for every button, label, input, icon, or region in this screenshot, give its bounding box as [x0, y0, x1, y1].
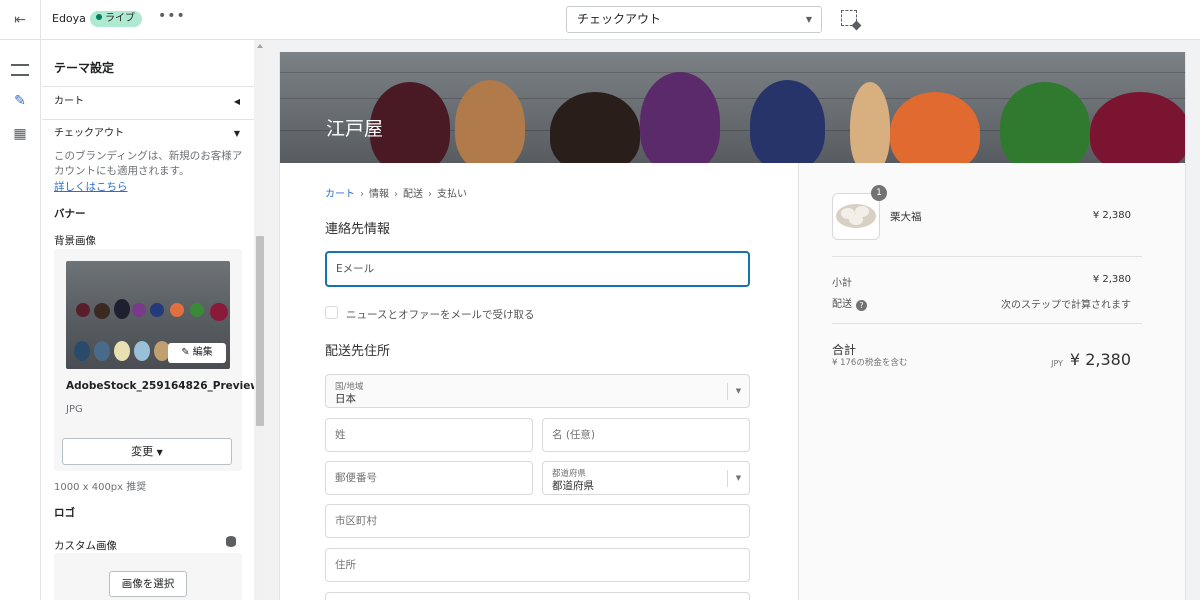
divider	[40, 0, 41, 40]
email-input[interactable]: Eメール	[325, 251, 750, 287]
breadcrumb-payment: 支払い	[437, 189, 467, 200]
first-name-input[interactable]: 名 (任意)	[542, 418, 750, 452]
country-value: 日本	[335, 393, 356, 405]
page-select-value: チェックアウト	[577, 12, 662, 26]
help-icon[interactable]: ?	[856, 300, 867, 311]
product-price: ¥ 2,380	[1092, 210, 1131, 221]
sections-icon[interactable]	[11, 64, 29, 76]
change-image-label: 変更	[131, 445, 154, 458]
theme-settings-icon[interactable]: ✎	[11, 92, 29, 110]
postal-code-input[interactable]: 郵便番号	[325, 461, 533, 495]
page-select[interactable]: チェックアウト ▼	[566, 6, 822, 33]
currency-code: JPY	[1051, 359, 1063, 368]
database-icon	[226, 536, 236, 547]
checkout-section-label: チェックアウト	[54, 128, 124, 139]
apps-icon[interactable]: ▦	[11, 125, 29, 143]
order-summary: 1 栗大福 ¥ 2,380 小計 ¥ 2,380 配送? 次のステップで計算され…	[798, 163, 1185, 600]
edit-image-button[interactable]: ✎ 編集	[168, 343, 226, 363]
more-actions-button[interactable]: •••	[158, 8, 186, 24]
shop-name: 江戸屋	[326, 118, 384, 140]
address-input[interactable]: 住所	[325, 548, 750, 582]
bg-image-label: 背景画像	[54, 235, 96, 247]
logo-card: 画像を選択	[54, 553, 242, 600]
panel-scrollbar[interactable]	[254, 40, 266, 600]
status-badge-label: ライブ	[105, 13, 135, 24]
shipping-label: 配送	[832, 299, 852, 310]
prefecture-select[interactable]: 都道府県 都道府県 ▼	[542, 461, 750, 495]
change-image-button[interactable]: 変更 ▼	[62, 438, 232, 465]
product-name: 栗大福	[890, 211, 922, 223]
breadcrumb: カート › 情報 › 配送 › 支払い	[325, 189, 467, 200]
total-value: ¥ 2,380	[1069, 350, 1131, 369]
banner-heading: バナー	[54, 208, 86, 220]
product-thumbnail	[832, 193, 880, 240]
panel-title: テーマ設定	[54, 61, 115, 75]
newsletter-label: ニュースとオファーをメールで受け取る	[346, 309, 535, 321]
scroll-up-icon[interactable]	[257, 44, 263, 48]
address2-input[interactable]	[325, 592, 750, 600]
scrollbar-thumb[interactable]	[256, 236, 264, 426]
city-input[interactable]: 市区町村	[325, 504, 750, 538]
chevron-down-icon: ▼	[233, 129, 240, 138]
subtotal-label: 小計	[832, 278, 852, 289]
shipping-heading: 配送先住所	[325, 344, 391, 359]
chevron-down-icon: ▼	[805, 15, 812, 24]
shipping-label-row: 配送?	[832, 295, 867, 311]
logo-heading: ロゴ	[54, 507, 75, 519]
quantity-badge: 1	[871, 185, 887, 201]
banner-thumbnail: ✎ 編集	[66, 261, 230, 369]
country-select[interactable]: 国/地域 日本 ▼	[325, 374, 750, 408]
custom-image-label: カスタム画像	[54, 540, 117, 552]
chevron-down-icon: ▼	[156, 448, 163, 457]
status-badge: ライブ	[90, 11, 142, 27]
checkout-preview: 江戸屋 カート › 情報 › 配送 › 支払い 連絡先情報 Eメール ニュースとオファーをメ…	[279, 52, 1186, 600]
contact-heading: 連絡先情報	[325, 222, 391, 237]
checkout-section[interactable]: チェックアウト ▼	[42, 119, 254, 147]
settings-panel: テーマ設定 カート ◀ チェックアウト ▼ このブランディングは、新規のお客様ア…	[42, 40, 254, 600]
file-type: JPG	[66, 404, 83, 415]
live-dot-icon	[96, 14, 102, 20]
chevron-left-icon: ◀	[233, 97, 240, 106]
left-rail: ✎ ▦	[0, 40, 41, 600]
newsletter-checkbox[interactable]	[325, 306, 338, 319]
tax-note: ¥ 176の税金を含む	[832, 358, 908, 368]
breadcrumb-shipping: 配送	[403, 189, 423, 200]
last-name-input[interactable]: 姓	[325, 418, 533, 452]
chevron-down-icon: ▼	[727, 470, 749, 487]
branding-description: このブランディングは、新規のお客様アカウントにも適用されます。	[54, 150, 243, 177]
inspector-icon[interactable]	[841, 10, 857, 26]
cart-section-label: カート	[54, 96, 84, 107]
prefecture-value: 都道府県	[552, 480, 594, 492]
checkout-banner: 江戸屋	[280, 52, 1185, 163]
size-hint: 1000 x 400px 推奨	[54, 482, 147, 493]
breadcrumb-info: 情報	[369, 189, 389, 200]
subtotal-value: ¥ 2,380	[1092, 274, 1131, 285]
cart-section[interactable]: カート ◀	[42, 86, 254, 118]
exit-icon[interactable]: ⇤	[10, 10, 30, 30]
file-name: AdobeStock_259164826_Preview	[66, 380, 254, 392]
preview-area: 江戸屋 カート › 情報 › 配送 › 支払い 連絡先情報 Eメール ニュースとオファーをメ…	[266, 40, 1200, 600]
edit-image-label: 編集	[192, 347, 213, 358]
breadcrumb-cart[interactable]: カート	[325, 189, 355, 200]
learn-more-link[interactable]: 詳しくはこちら	[54, 179, 128, 194]
shipping-value: 次のステップで計算されます	[1001, 300, 1131, 311]
top-bar: ⇤ Edoya ライブ ••• チェックアウト ▼	[0, 0, 1200, 40]
store-name: Edoya	[52, 12, 86, 25]
select-image-button[interactable]: 画像を選択	[109, 571, 187, 597]
chevron-down-icon: ▼	[727, 383, 749, 400]
